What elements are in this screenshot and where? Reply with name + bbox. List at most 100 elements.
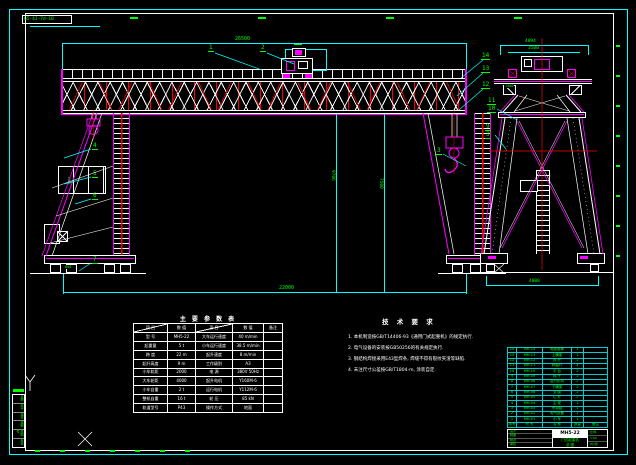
table-row: 4 MH-04 主 梁1 [508,401,607,406]
trolley-hoist [286,61,295,71]
side-mid-beam [498,112,586,118]
table-cell: Y160M-6 [233,377,263,386]
balloon-2: 2 [260,44,266,52]
girder-top-chord [62,78,467,79]
table-cell [584,358,607,363]
table-cell: MH-10 [517,369,542,374]
table-cell: A3 [233,359,263,368]
table-cell: 代 号 [517,422,542,427]
drawing-code: G5-4J-7d-1B [24,17,54,22]
table-cell: 大车轮距 [134,377,167,386]
table-cell: 起升电机 [196,377,232,386]
left-strip-table: 日期 签字 描校 描图 底图号 批准 [12,394,25,448]
table-cell: MH-11 [517,363,542,369]
table-cell: 1 [572,411,583,417]
table-cell: 7 [508,385,516,390]
sheet-count: 共1张 [590,442,598,446]
table-cell: 4 [572,363,583,369]
table-cell [264,341,282,350]
table-cell: 2 [572,385,583,390]
zone-tick [85,450,90,452]
side-trolley-hoist [534,59,550,70]
table-cell: 12 [508,358,516,363]
table-cell [584,363,607,369]
leg-dim-text: 1500 [66,176,72,185]
zone-tick [110,450,115,452]
balloon-4: 4 [92,142,98,150]
balloon-12: 12 [481,81,491,89]
trolley-wheel-left [283,74,290,78]
table-cell: 1 [572,353,583,358]
table-row: 轨道型号 P43 操作方式 地面 [134,404,282,413]
table-cell: 上横梁 [543,353,571,358]
table-cell: 数 值 [233,324,263,332]
table-row: 3 MH-03 吊钩组 1 [508,406,607,411]
table-row: 11 MH-11 斜腹杆 4 [508,363,607,369]
table-row: 14 MH-14 电缆卷筒 1 [508,348,607,353]
table-cell: MH-13 [517,353,542,358]
table-cell: 3 [508,406,516,411]
param-table: 项 目数 值项 目数 值备注型 号 MH5-22 大车运行速度 40 m/min 起重量… [133,323,283,413]
zone-tick [185,450,190,452]
table-cell: 序号 [508,422,516,427]
table-cell [584,406,607,411]
table-cell: 1 [508,417,516,422]
side-dim-inner-line [508,52,580,53]
table-cell: 1 [572,348,583,353]
title-block-center: MH5-22 门式起重机 总 图 [553,430,588,447]
balloon-5: 5 [92,170,98,178]
table-cell: 2 [572,369,583,374]
side-trolley-motor [524,59,532,67]
table-cell [264,332,282,341]
table-cell: 大车运行速度 [196,332,232,341]
left-strip-cell: 批准 [20,439,24,446]
title-block: 设计 制图 校对 审核 MH5-22 门式起重机 总 图 比例 1:50 共1张 [507,429,608,448]
table-cell: 4 [508,401,516,406]
table-cell: 8 [508,379,516,385]
table-cell: 起升高度 [134,359,167,368]
left-strip-cell: 签字 [13,404,24,413]
side-trolley-wheel-right [567,69,576,78]
table-cell: 2 [572,390,583,395]
balloon-7: 7 [92,256,98,264]
table-cell: 10 [508,369,516,374]
table-cell [584,417,607,422]
left-bogie-beam [44,255,136,264]
table-cell: 13 [508,353,516,358]
table-cell: MH-06 [517,390,542,395]
table-row: 2 MH-02 电气设备 1 [508,411,607,417]
side-mid-beam-accent [500,114,584,115]
table-row: 9 MH-09 梯 子2 [508,374,607,379]
table-row: 项 目数 值项 目数 值备注 [134,324,282,332]
zone-tick [616,165,620,167]
table-cell: 撑 杆 [543,358,571,363]
side-dim-base-text: 4000 [528,279,541,284]
table-cell: 2 [572,395,583,401]
table-row: 1 MH-01 小 车1 [508,417,607,422]
table-cell: 38.5 m/min [233,341,263,350]
left-wheel-4 [120,264,131,273]
total-dim-text: 26500 [234,36,252,42]
table-cell: 1 [572,401,583,406]
table-row: 5 MH-05 栏 杆2 [508,395,607,401]
table-cell: 9 [508,374,516,379]
code-underline [30,26,100,27]
table-cell: P43 [168,404,195,413]
table-cell [264,350,282,359]
table-cell: 下横梁 [543,385,571,390]
table-cell: MH5-22 [168,332,195,341]
side-girder-section-right [569,85,582,95]
table-cell: 地面 [233,404,263,413]
table-cell: MH-08 [517,379,542,385]
left-wheel-3 [104,264,115,273]
table-cell [584,374,607,379]
title-block-right: 比例 1:50 共1张 [588,430,607,447]
table-cell [584,369,607,374]
table-cell: 11 [508,363,516,369]
table-row: 跨 度 22 m 起升速度 8 m/min [134,350,282,359]
left-leg-ladder [113,113,130,257]
table-cell: 整机自重 [134,395,167,404]
table-cell: 数 值 [168,324,195,332]
trolley-motor [298,61,308,69]
zone-tick [386,17,394,19]
